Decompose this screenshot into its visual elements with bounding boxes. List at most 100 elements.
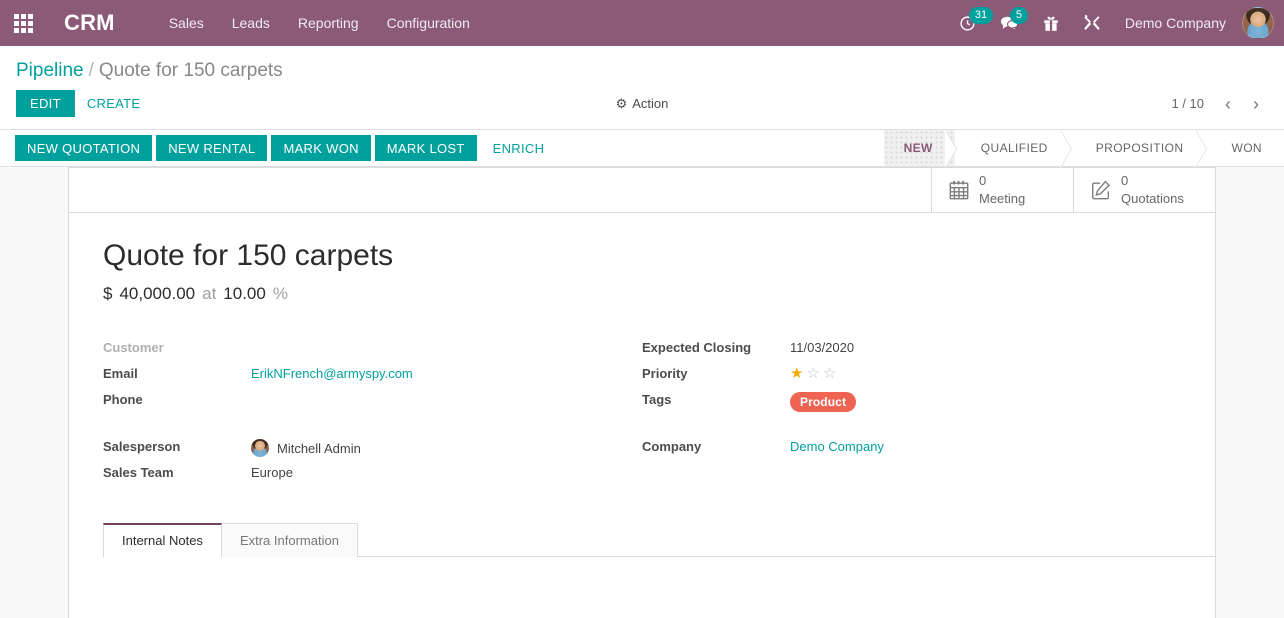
notebook-tabs: Internal Notes Extra Information (103, 522, 1215, 557)
notebook: Internal Notes Extra Information (69, 522, 1215, 617)
action-menu-button[interactable]: ⚙ Action (616, 96, 669, 112)
star-1-filled[interactable]: ★ (790, 366, 803, 381)
quotations-stat-button[interactable]: 0 Quotations (1073, 168, 1215, 212)
gift-button[interactable] (1031, 0, 1071, 46)
menu-reporting[interactable]: Reporting (284, 9, 373, 37)
stage-won[interactable]: WON (1205, 130, 1284, 166)
meetings-count: 0 (979, 172, 987, 188)
meetings-stat-button[interactable]: 0 Meeting (931, 168, 1073, 212)
pencil-square-icon (1090, 179, 1112, 201)
field-tags: Tags Product (642, 390, 1151, 415)
menu-configuration[interactable]: Configuration (373, 9, 484, 37)
gear-icon: ⚙ (615, 95, 628, 111)
field-email: Email ErikNFrench@armyspy.com (103, 364, 612, 389)
field-sales-team-label: Sales Team (103, 464, 174, 480)
main-menu: Sales Leads Reporting Configuration (155, 9, 484, 37)
tools-button[interactable] (1071, 0, 1113, 46)
mark-lost-button[interactable]: MARK LOST (374, 135, 477, 161)
navbar-right-group: 31 5 Demo Company (947, 0, 1274, 46)
user-avatar[interactable] (1242, 7, 1274, 39)
tab-internal-notes[interactable]: Internal Notes (103, 522, 222, 557)
enrich-button[interactable]: ENRICH (481, 135, 557, 161)
field-expected-closing-label: Expected Closing (642, 339, 752, 355)
star-2-empty[interactable]: ☆ (806, 366, 819, 381)
company-switcher[interactable]: Demo Company (1113, 15, 1238, 31)
record-sheet: 0 Meeting 0 Quotations Quote for 150 car… (68, 167, 1216, 618)
wrench-tools-icon (1084, 15, 1100, 31)
stage-proposition[interactable]: PROPOSITION (1069, 130, 1207, 168)
sheet-body: Quote for 150 carpets $ 40,000.00 at 10.… (69, 213, 1215, 489)
expected-revenue-value: 40,000.00 (119, 283, 196, 303)
edit-button[interactable]: EDIT (16, 90, 75, 117)
stage-new[interactable]: NEW (883, 130, 956, 168)
pager-previous-button[interactable]: ‹ (1216, 93, 1240, 115)
probability-value: 10.00 (223, 283, 266, 303)
notebook-page-internal-notes[interactable] (103, 556, 1215, 617)
create-button[interactable]: CREATE (75, 90, 153, 117)
left-group-spacer (103, 416, 612, 437)
field-company-label: Company (642, 438, 702, 454)
pager-counter: 1 / 10 (1171, 96, 1204, 111)
field-email-value: ErikNFrench@armyspy.com (251, 364, 413, 383)
field-company: Company Demo Company (642, 437, 1151, 462)
field-expected-closing-value[interactable]: 11/03/2020 (790, 338, 854, 357)
field-salesperson-label: Salesperson (103, 438, 181, 454)
breadcrumb-pipeline[interactable]: Pipeline (16, 60, 84, 81)
field-priority-label: Priority (642, 365, 688, 381)
stage-qualified-label: QUALIFIED (980, 141, 1048, 155)
field-priority: Priority ★ ☆ ☆ (642, 364, 1151, 389)
pager-next-button[interactable]: › (1244, 93, 1268, 115)
breadcrumb-current: Quote for 150 carpets (98, 60, 283, 81)
quotations-stat-text: 0 Quotations (1121, 172, 1184, 209)
new-rental-button[interactable]: NEW RENTAL (156, 135, 268, 161)
at-label: at (202, 283, 217, 303)
form-view-background: 0 Meeting 0 Quotations Quote for 150 car… (0, 167, 1284, 618)
quotations-label: Quotations (1121, 191, 1184, 206)
fields-grid: Customer Email ErikNFrench@armyspy.com P… (103, 338, 1181, 489)
tag-badge[interactable]: Product (790, 391, 857, 412)
new-quotation-button[interactable]: NEW QUOTATION (15, 135, 153, 161)
statusbar: NEW QUOTATION NEW RENTAL MARK WON MARK L… (0, 130, 1284, 168)
field-customer-label: Customer (103, 339, 164, 355)
activities-button[interactable]: 31 (947, 0, 994, 46)
field-salesperson-value[interactable]: Mitchell Admin (251, 437, 361, 457)
gift-icon (1044, 16, 1058, 31)
breadcrumb: Pipeline / Quote for 150 carpets (0, 46, 1284, 86)
meetings-label: Meeting (979, 191, 1026, 206)
company-link[interactable]: Demo Company (790, 439, 884, 454)
menu-sales[interactable]: Sales (155, 9, 218, 37)
right-group-spacer (642, 416, 1151, 437)
field-customer: Customer (103, 338, 612, 363)
page-title: Quote for 150 carpets (103, 239, 394, 272)
field-phone: Phone (103, 390, 612, 415)
field-expected-closing: Expected Closing 11/03/2020 (642, 338, 1151, 363)
top-navbar: CRM Sales Leads Reporting Configuration … (0, 0, 1284, 46)
action-menu-label: Action (632, 96, 669, 111)
tab-extra-information[interactable]: Extra Information (221, 522, 358, 557)
stage-qualified[interactable]: QUALIFIED (954, 130, 1071, 168)
messages-count-badge: 5 (1009, 7, 1028, 24)
star-3-empty[interactable]: ☆ (823, 366, 836, 381)
menu-leads[interactable]: Leads (218, 9, 284, 37)
control-panel-buttons: EDIT CREATE ⚙ Action 1 / 10 ‹ › (0, 86, 1284, 129)
field-phone-label: Phone (103, 391, 143, 407)
stage-won-label: WON (1231, 141, 1262, 155)
stage-statusbar: NEW QUALIFIED PROPOSITION WON (883, 130, 1284, 168)
field-sales-team-value[interactable]: Europe (251, 463, 293, 482)
messages-button[interactable]: 5 (988, 0, 1031, 46)
email-link[interactable]: ErikNFrench@armyspy.com (251, 366, 413, 381)
field-tags-value: Product (790, 390, 857, 412)
salesperson-name: Mitchell Admin (277, 440, 361, 456)
meetings-stat-text: 0 Meeting (979, 172, 1025, 209)
field-company-value: Demo Company (790, 437, 884, 456)
salesperson-avatar (251, 438, 269, 457)
priority-stars: ★ ☆ ☆ (790, 366, 836, 381)
stage-new-label: NEW (903, 141, 933, 155)
field-salesperson: Salesperson Mitchell Admin (103, 437, 612, 462)
app-brand-crm[interactable]: CRM (64, 10, 115, 36)
left-field-group: Customer Email ErikNFrench@armyspy.com P… (103, 338, 642, 489)
apps-menu-button[interactable] (0, 0, 46, 46)
field-email-label: Email (103, 365, 138, 381)
percent-symbol: % (272, 283, 288, 303)
mark-won-button[interactable]: MARK WON (271, 135, 371, 161)
